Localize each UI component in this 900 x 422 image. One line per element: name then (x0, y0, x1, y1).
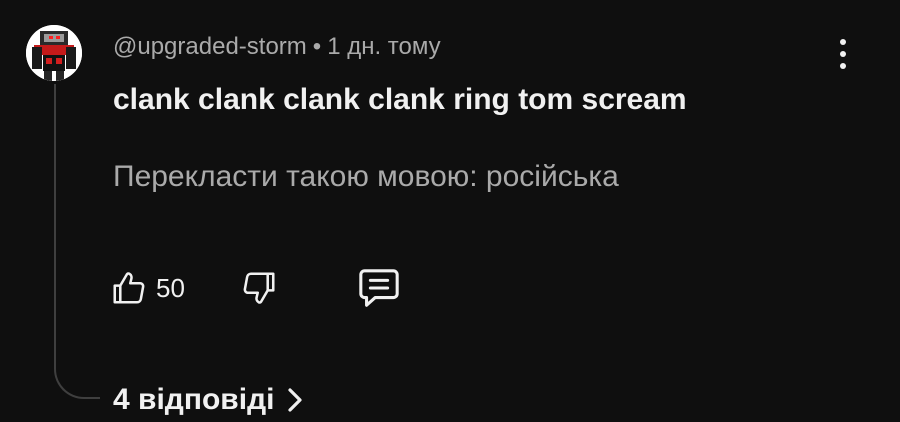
replies-label: 4 відповіді (113, 383, 275, 416)
view-replies-button[interactable]: 4 відповіді (113, 378, 304, 422)
comment-timestamp[interactable]: 1 дн. тому (327, 33, 440, 60)
like-button[interactable]: 50 (110, 266, 185, 310)
comment-text: clank clank clank clank ring tom scream (113, 83, 687, 116)
comment-meta: @upgraded-storm • 1 дн. тому (113, 31, 441, 63)
translate-link[interactable]: Перекласти такою мовою: російська (113, 157, 619, 197)
author-handle[interactable]: @upgraded-storm (113, 33, 307, 60)
chevron-right-icon (288, 388, 303, 412)
meta-separator: • (312, 33, 322, 60)
like-count: 50 (156, 272, 185, 303)
reply-button[interactable] (356, 266, 402, 310)
more-vert-icon[interactable] (828, 36, 858, 72)
avatar[interactable] (26, 25, 82, 81)
thumb-down-icon (243, 272, 275, 304)
thread-connector-line (54, 84, 100, 399)
thumb-up-icon (113, 272, 145, 304)
comment-thread: @upgraded-storm • 1 дн. тому clank clank c… (0, 0, 900, 420)
comment-icon (359, 269, 399, 307)
dislike-button[interactable] (240, 266, 278, 310)
